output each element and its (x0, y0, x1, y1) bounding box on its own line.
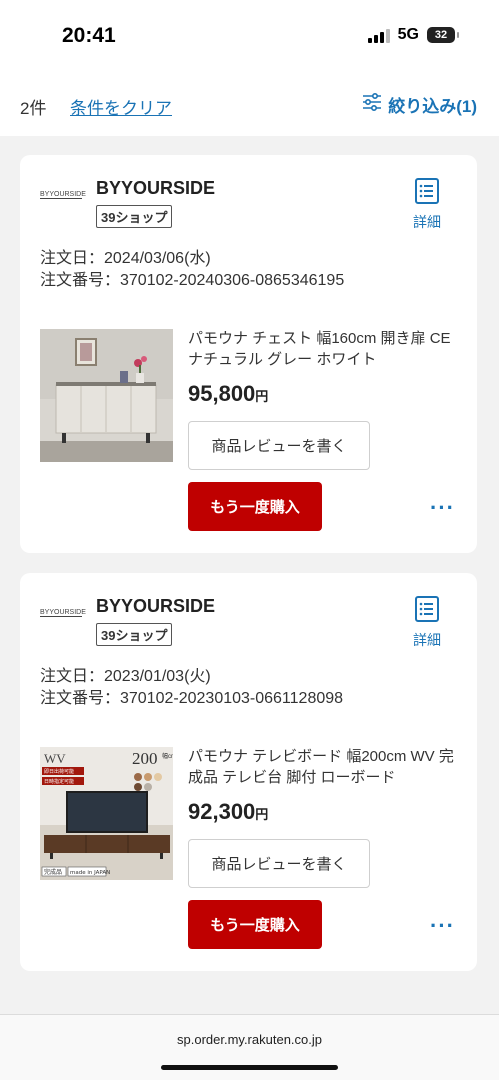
image-width-text: 200 (132, 749, 158, 768)
image-tag-bottom-text: 日時指定可能 (44, 778, 74, 785)
document-icon (414, 177, 440, 208)
status-indicators: 5G 32 (367, 26, 459, 44)
order-detail-button[interactable]: 詳細 (407, 177, 447, 232)
more-options-button[interactable]: ··· (430, 495, 455, 521)
browser-address-bar: sp.order.my.rakuten.co.jp (0, 1014, 499, 1080)
detail-label: 詳細 (413, 632, 441, 648)
status-bar: 20:41 5G 32 (0, 0, 499, 74)
result-count: 2件 (20, 99, 47, 118)
filter-sliders-icon (362, 92, 382, 116)
browser-url[interactable]: sp.order.my.rakuten.co.jp (0, 1032, 499, 1047)
order-date: 注文日：2024/03/06(水) (40, 250, 211, 267)
shop-logo: BYYOURSIDE (40, 191, 86, 199)
image-tag-top-text: 即日出荷可能 (44, 768, 74, 775)
product-price: 95,800円 (188, 381, 268, 407)
filter-label: 絞り込み(1) (388, 97, 477, 116)
order-card: BYYOURSIDE BYYOURSIDE 39ショップ 詳細 注文日：2023… (20, 573, 477, 971)
clear-filters-link[interactable]: 条件をクリア (70, 94, 172, 119)
price-value: 92,300 (188, 799, 256, 824)
shop-name[interactable]: BYYOURSIDE (96, 178, 215, 199)
detail-label: 詳細 (413, 214, 441, 230)
order-date: 注文日：2023/01/03(火) (40, 668, 211, 685)
shop-badge: 39ショップ (96, 205, 173, 228)
image-footer-left-text: 完成品 (44, 868, 62, 876)
filter-button[interactable]: 絞り込み(1) (362, 92, 477, 117)
shop-logo: BYYOURSIDE (40, 609, 86, 617)
image-brand-text: WV (44, 751, 66, 766)
buy-again-button[interactable]: もう一度購入 (188, 482, 322, 531)
write-review-button[interactable]: 商品レビューを書く (188, 839, 370, 888)
product-image-chest[interactable] (40, 329, 173, 462)
image-width-unit-text: 幅cm (162, 752, 173, 760)
order-number: 注文番号：370102-20240306-0865346195 (40, 272, 345, 289)
product-image-tv-board[interactable]: WV 200 幅cm 即日出荷可能 日時指定可能 完成品 made in JAP… (40, 747, 173, 880)
status-time: 20:41 (62, 24, 116, 47)
more-options-button[interactable]: ··· (430, 913, 455, 939)
product-name[interactable]: パモウナ チェスト 幅160cm 開き扉 CE ナチュラル グレー ホワイト (188, 328, 456, 370)
signal-icon (367, 27, 390, 43)
order-detail-button[interactable]: 詳細 (407, 595, 447, 650)
filter-bar: 2件 条件をクリア 絞り込み(1) (0, 74, 499, 136)
price-unit: 円 (255, 807, 269, 822)
shop-name[interactable]: BYYOURSIDE (96, 596, 215, 617)
shop-badge: 39ショップ (96, 623, 173, 646)
network-label: 5G (397, 26, 419, 43)
order-number: 注文番号：370102-20230103-0661128098 (40, 690, 344, 707)
buy-again-button[interactable]: もう一度購入 (188, 900, 322, 949)
battery-icon: 32 (427, 27, 459, 43)
price-unit: 円 (255, 389, 269, 404)
order-card: BYYOURSIDE BYYOURSIDE 39ショップ 詳細 注文日：2024… (20, 155, 477, 553)
home-indicator[interactable] (161, 1065, 338, 1070)
image-footer-right-text: made in JAPAN (70, 870, 110, 876)
write-review-button[interactable]: 商品レビューを書く (188, 421, 370, 470)
product-name[interactable]: パモウナ テレビボード 幅200cm WV 完成品 テレビ台 脚付 ローボード (188, 746, 456, 788)
product-price: 92,300円 (188, 799, 268, 825)
price-value: 95,800 (188, 381, 256, 406)
document-icon (414, 595, 440, 626)
